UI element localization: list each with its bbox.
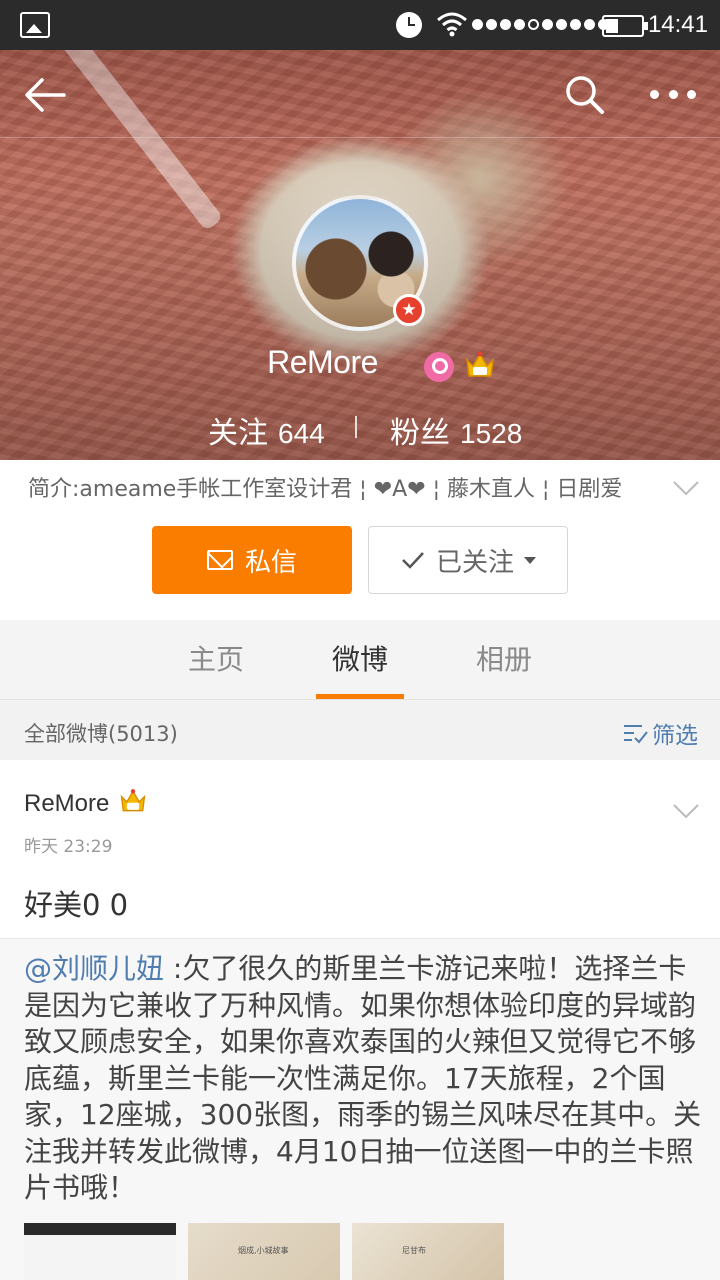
toolbar-divider	[0, 137, 720, 138]
profile-stats: 关注 644 粉丝 1528	[0, 408, 720, 451]
repost-image-thumbnail[interactable]: 烟成,小城故事	[188, 1223, 340, 1280]
filter-label: 筛选	[652, 723, 698, 749]
tab-album[interactable]: 相册	[460, 620, 548, 700]
profile-username: ReMore	[267, 344, 378, 380]
filter-button[interactable]: 筛选	[622, 716, 698, 750]
following-label: 关注	[208, 416, 268, 451]
followed-button-label: 已关注	[435, 547, 514, 578]
following-stat[interactable]: 关注 644	[208, 408, 325, 452]
thumbnail-caption: 尼甘布	[402, 1246, 426, 1255]
post-timestamp: 昨天 23:29	[24, 837, 113, 857]
tab-home[interactable]: 主页	[172, 620, 260, 700]
thumbnail-caption: 烟成,小城故事	[238, 1246, 289, 1255]
repost-mention-link[interactable]: @刘顺儿妞	[24, 952, 164, 985]
verified-star-icon: ★	[393, 294, 425, 326]
female-gender-icon	[424, 352, 454, 382]
search-icon[interactable]	[562, 72, 608, 118]
profile-intro: 简介:ameame手帐工作室设计君 ¦ ❤A❤ ¦ 藤木直人 ¦ 日剧爱	[28, 477, 623, 502]
post-author[interactable]: ReMore	[24, 790, 109, 818]
following-count: 644	[278, 418, 325, 449]
reposted-content[interactable]: @刘顺儿妞 :欠了很久的斯里兰卡游记来啦！选择兰卡是因为它兼收了万种风情。如果你…	[0, 938, 720, 1280]
followers-count: 1528	[460, 418, 523, 449]
profile-panel: 简介:ameame手帐工作室设计君 ¦ ❤A❤ ¦ 藤木直人 ¦ 日剧爱 私信 …	[0, 460, 720, 620]
member-crown-icon	[120, 789, 146, 812]
post-text: 好美0 0	[24, 888, 129, 922]
repost-image-thumbnail[interactable]	[24, 1223, 176, 1280]
repost-text: :欠了很久的斯里兰卡游记来啦！选择兰卡是因为它兼收了万种风情。如果你想体验印度的…	[24, 952, 702, 1204]
caret-down-icon	[524, 556, 536, 564]
image-notification-icon	[20, 12, 50, 38]
message-button-label: 私信	[244, 547, 297, 578]
post-count-label: 全部微博(5013)	[24, 722, 178, 746]
filter-list-icon	[624, 725, 648, 744]
signal-strength-icon	[472, 19, 609, 31]
post-card[interactable]: ReMore 昨天 23:29 好美0 0	[0, 760, 720, 938]
feed-filter-bar: 全部微博(5013) 筛选	[0, 704, 720, 760]
profile-header: ★ ReMore 关注 644 粉丝 1528	[0, 50, 720, 460]
active-tab-indicator	[316, 694, 404, 699]
message-button[interactable]: 私信	[152, 526, 352, 594]
repost-image-thumbnail[interactable]: 尼甘布	[352, 1223, 504, 1280]
status-bar: 14:41	[0, 0, 720, 50]
profile-tabs: 主页 微博 相册	[0, 620, 720, 700]
member-crown-icon[interactable]	[464, 348, 496, 382]
battery-icon	[602, 15, 648, 37]
followers-stat[interactable]: 粉丝 1528	[390, 408, 522, 452]
expand-intro-chevron-down-icon[interactable]	[672, 478, 700, 498]
mail-icon	[206, 550, 233, 570]
post-menu-chevron-down-icon[interactable]	[672, 802, 700, 820]
check-icon	[402, 552, 424, 569]
stats-separator	[355, 416, 357, 438]
followed-dropdown-button[interactable]: 已关注	[368, 526, 568, 594]
tab-weibo[interactable]: 微博	[316, 620, 404, 700]
repost-text-block: @刘顺儿妞 :欠了很久的斯里兰卡游记来啦！选择兰卡是因为它兼收了万种风情。如果你…	[24, 951, 704, 1207]
followers-label: 粉丝	[390, 416, 450, 451]
more-options-icon[interactable]	[650, 86, 696, 102]
back-arrow-icon[interactable]	[20, 70, 72, 120]
status-time: 14:41	[647, 11, 708, 38]
wifi-icon	[437, 12, 467, 37]
alarm-clock-icon	[396, 12, 422, 38]
